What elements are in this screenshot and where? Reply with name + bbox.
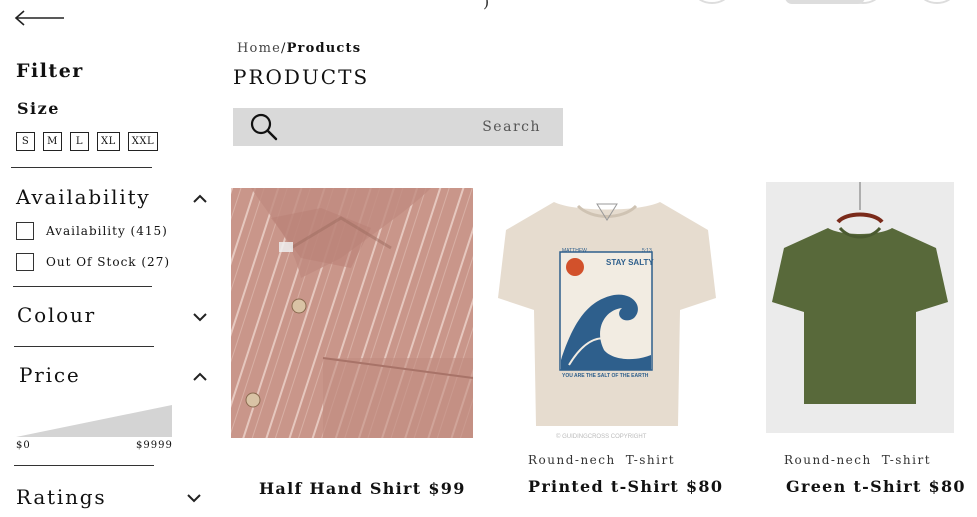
- svg-text:YOU ARE THE SALT OF THE EARTH: YOU ARE THE SALT OF THE EARTH: [562, 373, 649, 379]
- breadcrumb: Home/Products: [237, 41, 361, 56]
- chevron-up-icon[interactable]: [193, 194, 207, 204]
- svg-text:5:13: 5:13: [642, 248, 652, 254]
- availability-option-in-stock[interactable]: Availability (415): [16, 222, 168, 240]
- ratings-title[interactable]: Ratings: [16, 485, 106, 509]
- product-tags: Round-nech T-shirt: [528, 453, 675, 467]
- size-option-s[interactable]: S: [16, 132, 35, 151]
- svg-text:© GUIDINGCROSS COPYRIGHT: © GUIDINGCROSS COPYRIGHT: [556, 433, 647, 440]
- svg-text:STAY SALTY: STAY SALTY: [606, 258, 654, 267]
- product-name[interactable]: Half Hand Shirt $99: [259, 479, 466, 498]
- product-tag: Round-nech: [784, 453, 872, 467]
- product-image-half-hand-shirt[interactable]: [231, 188, 473, 438]
- product-tags: Round-nech T-shirt: [784, 453, 931, 467]
- price-range-slider[interactable]: [16, 405, 172, 437]
- product-name[interactable]: Green t-Shirt $80: [786, 477, 966, 496]
- size-title: Size: [17, 99, 60, 118]
- top-partial-glyph: ): [483, 0, 490, 11]
- chevron-up-icon[interactable]: [193, 372, 207, 382]
- filter-title: Filter: [16, 60, 84, 82]
- divider: [14, 346, 154, 347]
- availability-title[interactable]: Availability: [16, 185, 151, 209]
- colour-title[interactable]: Colour: [17, 303, 96, 327]
- size-option-m[interactable]: M: [43, 132, 62, 151]
- product-tag: T-shirt: [881, 453, 932, 467]
- page-title: PRODUCTS: [233, 65, 370, 89]
- search-icon[interactable]: [249, 112, 279, 142]
- price-max-label: $9999: [136, 440, 173, 451]
- option-label: Out Of Stock (27): [46, 255, 171, 269]
- svg-text:MATTHEW: MATTHEW: [562, 248, 587, 254]
- size-option-xxl[interactable]: XXL: [127, 132, 159, 151]
- divider: [13, 286, 152, 287]
- breadcrumb-current: Products: [286, 41, 362, 56]
- price-min-label: $0: [16, 440, 31, 451]
- checkbox[interactable]: [16, 253, 34, 271]
- chevron-down-icon[interactable]: [193, 312, 207, 322]
- divider: [14, 465, 154, 466]
- search-placeholder: Search: [482, 119, 541, 135]
- availability-option-out-of-stock[interactable]: Out Of Stock (27): [16, 253, 170, 271]
- size-option-xl[interactable]: XL: [97, 132, 120, 151]
- search-input[interactable]: Search: [233, 108, 563, 146]
- product-tag: T-shirt: [625, 453, 676, 467]
- product-image-green-tshirt[interactable]: [766, 182, 954, 433]
- divider: [11, 167, 152, 168]
- top-icon-partial[interactable]: [695, 0, 729, 4]
- option-label: Availability (415): [46, 224, 168, 238]
- back-arrow-icon[interactable]: [14, 8, 66, 28]
- checkbox[interactable]: [16, 222, 34, 240]
- product-image-printed-tshirt[interactable]: MATTHEW 5:13 STAY SALTY YOU ARE THE SALT…: [494, 190, 720, 442]
- size-option-l[interactable]: L: [70, 132, 89, 151]
- breadcrumb-home[interactable]: Home: [237, 41, 281, 56]
- product-tag: Round-nech: [528, 453, 616, 467]
- top-icon-partial-3[interactable]: [920, 0, 954, 4]
- product-name[interactable]: Printed t-Shirt $80: [528, 477, 723, 496]
- price-title[interactable]: Price: [19, 363, 80, 387]
- chevron-down-icon[interactable]: [187, 493, 201, 503]
- size-options: S M L XL XXL: [16, 132, 159, 151]
